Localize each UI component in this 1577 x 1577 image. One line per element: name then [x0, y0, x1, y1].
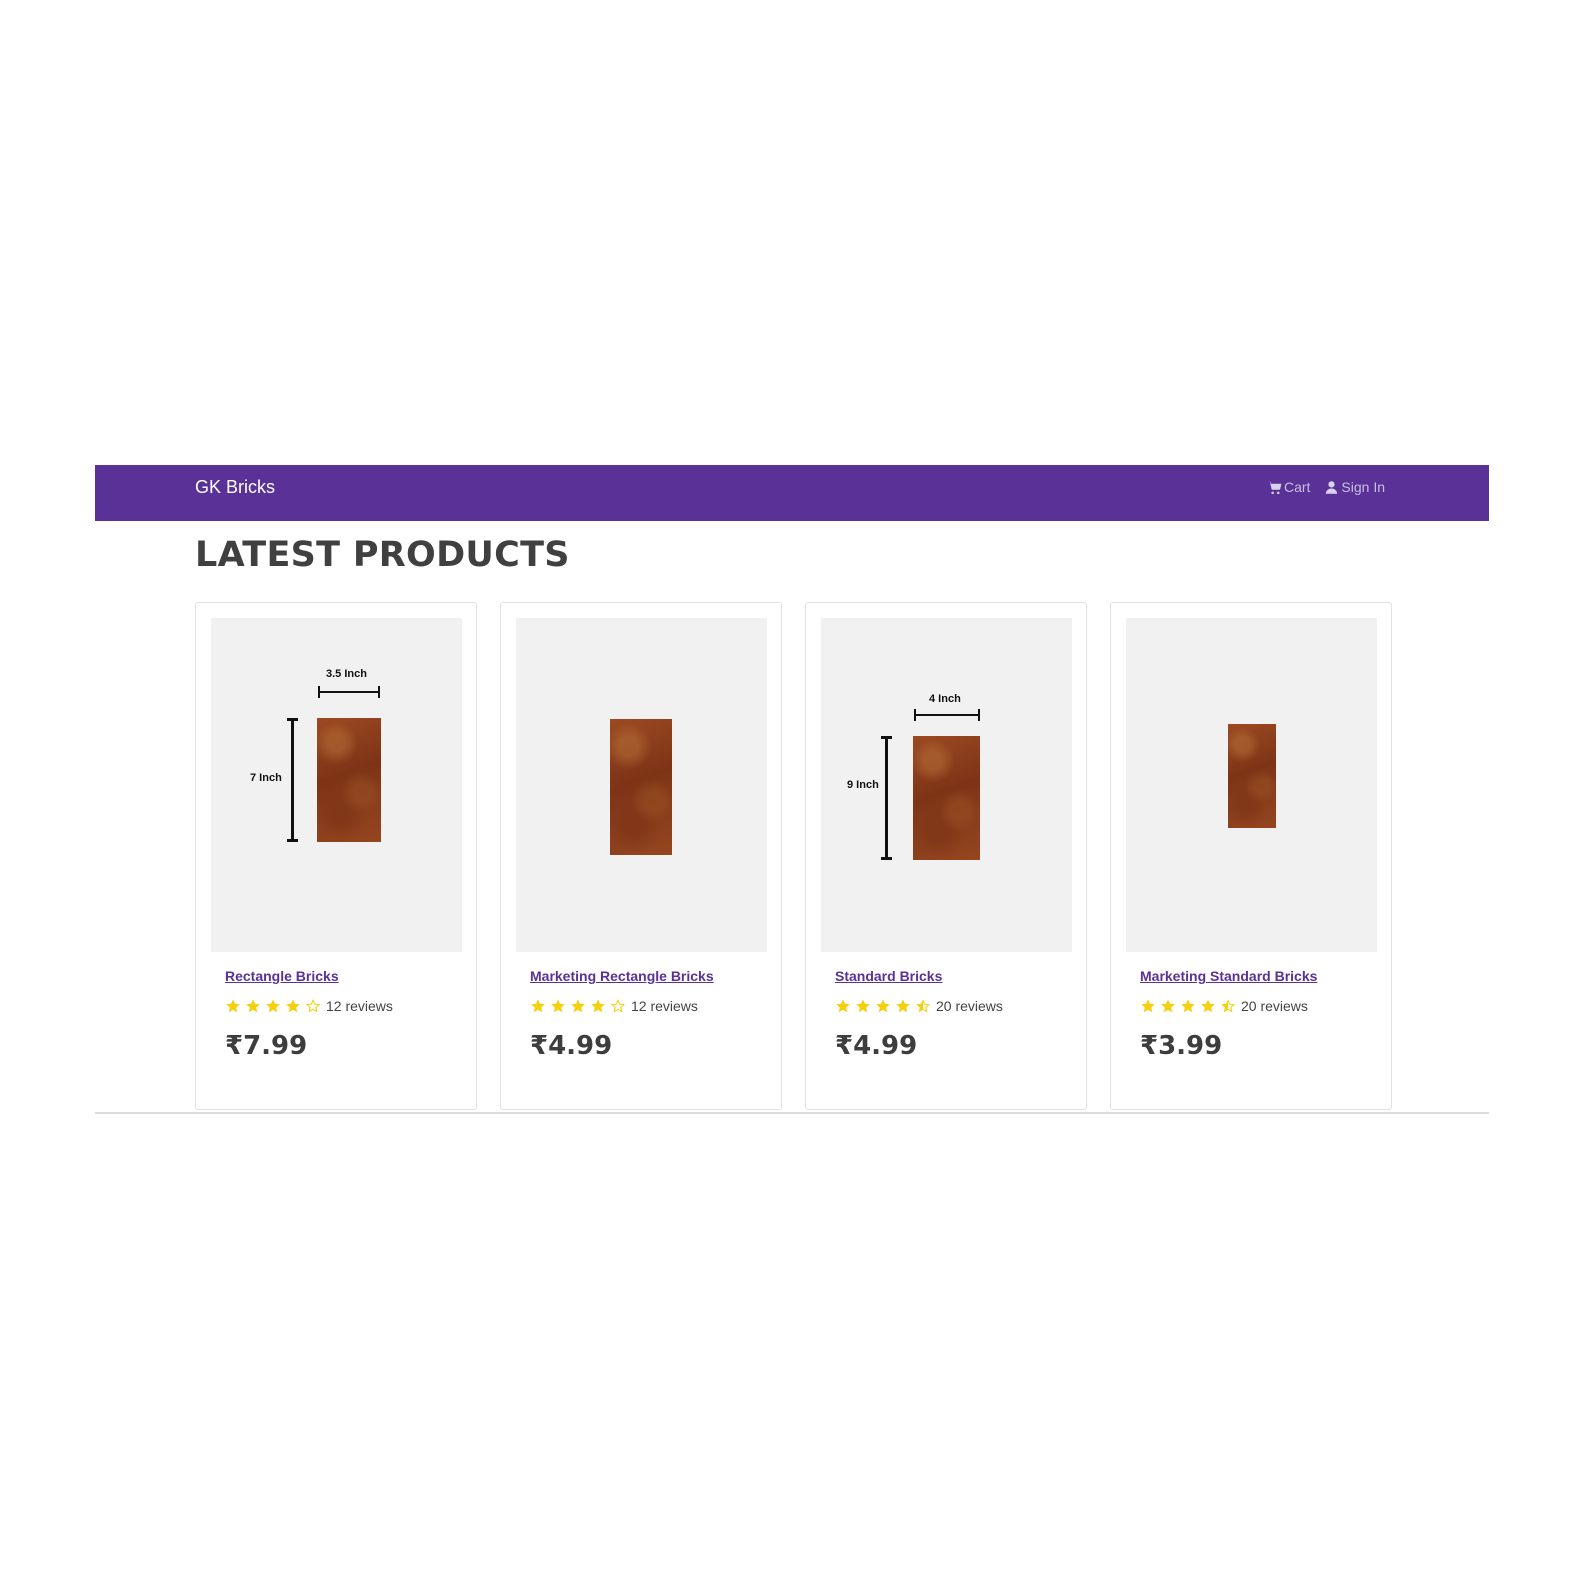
brand-logo[interactable]: GK Bricks [195, 477, 275, 498]
brick-photo [913, 736, 980, 860]
product-rating: 12 reviews [225, 997, 461, 1015]
width-label: 3.5 Inch [326, 668, 367, 680]
brick-photo [1228, 724, 1276, 828]
star-icon [531, 999, 545, 1013]
product-image[interactable] [1126, 618, 1377, 952]
signin-label: Sign In [1341, 479, 1385, 495]
product-price: ₹7.99 [225, 1031, 308, 1061]
signin-link[interactable]: Sign In [1324, 479, 1385, 495]
star-icon [551, 999, 565, 1013]
star-icon [226, 999, 240, 1013]
card-body: Marketing Rectangle Bricks 12 reviews ₹4… [516, 952, 766, 1061]
star-icon [1141, 999, 1155, 1013]
height-dimension-line [287, 718, 298, 842]
star-outline-icon [305, 999, 321, 1013]
cart-icon [1267, 480, 1282, 494]
product-name-link[interactable]: Rectangle Bricks [225, 968, 339, 984]
star-icon [246, 999, 260, 1013]
product-grid: 3.5 Inch 7 Inch Rectangle Bricks 12 revi… [195, 602, 1392, 1110]
product-image[interactable]: 3.5 Inch 7 Inch [211, 618, 462, 952]
star-outline-icon [610, 999, 626, 1013]
width-dimension-line [914, 709, 980, 721]
width-label: 4 Inch [929, 693, 961, 705]
star-icon [856, 999, 870, 1013]
star-icon [1201, 999, 1215, 1013]
product-card: Marketing Standard Bricks 20 reviews ₹3.… [1110, 602, 1392, 1110]
star-icon [591, 999, 605, 1013]
cart-label: Cart [1283, 479, 1311, 495]
width-dimension-line [318, 686, 380, 698]
app-frame: GK Bricks Cart Sign In LATEST PRODUCTS 3… [95, 465, 1489, 1114]
review-count: 12 reviews [631, 998, 698, 1014]
star-icon [1181, 999, 1195, 1013]
product-image[interactable]: 4 Inch 9 Inch [821, 618, 1072, 952]
product-name-link[interactable]: Marketing Rectangle Bricks [530, 968, 714, 984]
brick-photo [317, 718, 381, 842]
star-icon [1161, 999, 1175, 1013]
product-rating: 20 reviews [1140, 997, 1376, 1015]
star-half-icon [1221, 999, 1236, 1013]
product-price: ₹4.99 [835, 1031, 918, 1061]
card-body: Rectangle Bricks 12 reviews ₹7.99 [211, 952, 461, 1061]
product-rating: 12 reviews [530, 997, 766, 1015]
product-price: ₹3.99 [1140, 1031, 1223, 1061]
page-title: LATEST PRODUCTS [195, 535, 570, 575]
product-card: 3.5 Inch 7 Inch Rectangle Bricks 12 revi… [195, 602, 477, 1110]
review-count: 20 reviews [936, 998, 1003, 1014]
product-image[interactable] [516, 618, 767, 952]
review-count: 20 reviews [1241, 998, 1308, 1014]
height-dimension-line [881, 736, 892, 860]
height-label: 7 Inch [250, 772, 282, 784]
user-icon [1326, 480, 1338, 494]
card-body: Marketing Standard Bricks 20 reviews ₹3.… [1126, 952, 1376, 1061]
product-name-link[interactable]: Standard Bricks [835, 968, 942, 984]
product-card: 4 Inch 9 Inch Standard Bricks 20 reviews… [805, 602, 1087, 1110]
star-half-icon [916, 999, 931, 1013]
star-icon [266, 999, 280, 1013]
product-price: ₹4.99 [530, 1031, 613, 1061]
star-icon [571, 999, 585, 1013]
nav-links: Cart Sign In [1267, 479, 1385, 495]
product-name-link[interactable]: Marketing Standard Bricks [1140, 968, 1317, 984]
navbar: GK Bricks Cart Sign In [95, 465, 1489, 521]
cart-link[interactable]: Cart [1267, 479, 1310, 495]
star-icon [286, 999, 300, 1013]
brick-photo [610, 719, 672, 855]
review-count: 12 reviews [326, 998, 393, 1014]
height-label: 9 Inch [847, 779, 879, 791]
product-rating: 20 reviews [835, 997, 1071, 1015]
star-icon [896, 999, 910, 1013]
card-body: Standard Bricks 20 reviews ₹4.99 [821, 952, 1071, 1061]
star-icon [836, 999, 850, 1013]
star-icon [876, 999, 890, 1013]
product-card: Marketing Rectangle Bricks 12 reviews ₹4… [500, 602, 782, 1110]
